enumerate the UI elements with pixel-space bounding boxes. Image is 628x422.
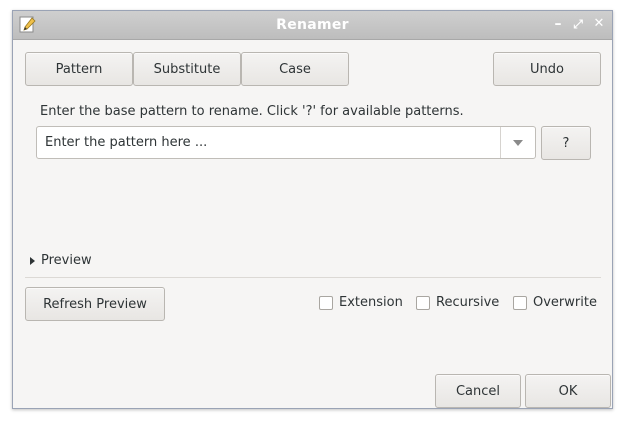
extension-label: Extension xyxy=(339,295,403,310)
renamer-dialog: Renamer – ⤢ ✕ Pattern Substitute Case Un… xyxy=(12,10,613,409)
maximize-icon[interactable]: ⤢ xyxy=(570,16,586,32)
pattern-button[interactable]: Pattern xyxy=(25,52,133,86)
preview-label: Preview xyxy=(41,253,92,268)
expander-arrow-icon xyxy=(30,256,35,265)
separator xyxy=(25,277,601,278)
preview-expander[interactable]: Preview xyxy=(30,253,92,268)
title-bar[interactable]: Renamer – ⤢ ✕ xyxy=(13,11,612,40)
recursive-checkbox[interactable]: Recursive xyxy=(416,295,499,310)
chevron-down-icon[interactable] xyxy=(501,127,535,158)
overwrite-checkbox[interactable]: Overwrite xyxy=(513,295,597,310)
extension-checkbox[interactable]: Extension xyxy=(319,295,403,310)
cancel-button[interactable]: Cancel xyxy=(435,374,521,408)
pattern-help-button[interactable]: ? xyxy=(541,126,591,160)
minimize-icon[interactable]: – xyxy=(550,16,566,32)
refresh-preview-button[interactable]: Refresh Preview xyxy=(25,287,165,321)
substitute-button[interactable]: Substitute xyxy=(133,52,241,86)
pattern-input[interactable]: Enter the pattern here ... xyxy=(45,135,207,150)
checkbox-box[interactable] xyxy=(513,295,527,310)
recursive-label: Recursive xyxy=(436,295,500,310)
undo-button[interactable]: Undo xyxy=(493,52,601,86)
checkbox-box[interactable] xyxy=(319,295,333,310)
overwrite-label: Overwrite xyxy=(533,295,597,310)
window-title: Renamer xyxy=(276,17,349,33)
pattern-combobox[interactable]: Enter the pattern here ... xyxy=(36,126,536,159)
case-button[interactable]: Case xyxy=(241,52,349,86)
ok-button[interactable]: OK xyxy=(525,374,611,408)
pattern-instruction: Enter the base pattern to rename. Click … xyxy=(40,104,464,119)
checkbox-box[interactable] xyxy=(416,295,430,310)
close-icon[interactable]: ✕ xyxy=(591,16,607,32)
